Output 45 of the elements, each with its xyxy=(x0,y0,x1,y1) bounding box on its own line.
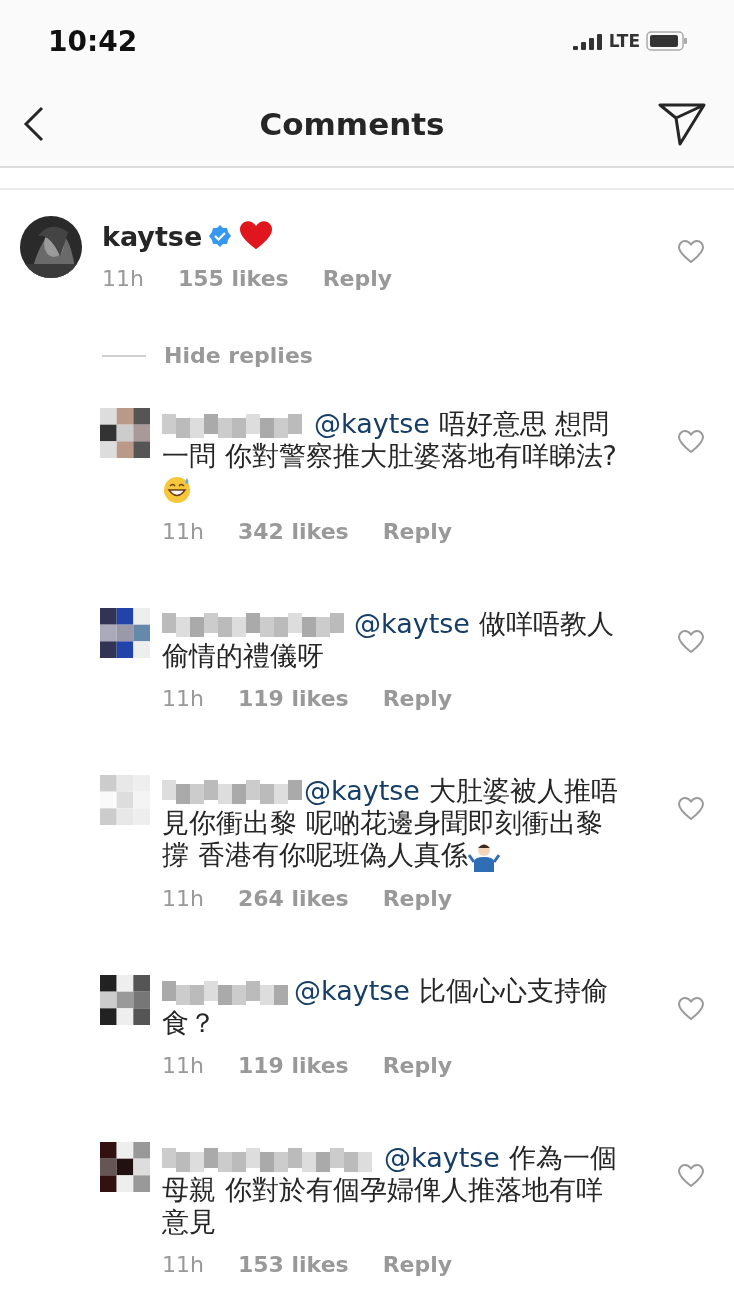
battery-icon xyxy=(646,31,688,51)
username[interactable]: kaytse xyxy=(102,220,203,252)
likes-count[interactable]: 119 likes xyxy=(237,1053,349,1078)
heart-emoji-icon xyxy=(238,220,275,252)
like-button[interactable] xyxy=(678,240,704,264)
comment-time: 11h xyxy=(162,685,204,711)
send-icon[interactable] xyxy=(658,102,706,146)
likes-count[interactable]: 264 likes xyxy=(237,886,349,911)
back-icon[interactable] xyxy=(22,106,46,142)
reply-button[interactable]: Reply xyxy=(382,518,453,544)
page-title: Comments xyxy=(259,106,445,142)
like-button[interactable] xyxy=(678,1164,704,1188)
hide-replies-button[interactable]: Hide replies xyxy=(164,343,313,368)
comment-time: 11h xyxy=(102,266,144,291)
comment-text: @kaytse 作為一個母親 你對於有個孕婦俾人推落地有咩意見 xyxy=(162,1142,618,1238)
mention-link[interactable]: @kaytse xyxy=(304,774,420,806)
grinning-sweat-emoji-icon xyxy=(162,474,192,505)
status-time: 10:42 xyxy=(48,24,138,58)
comment-time: 11h xyxy=(162,886,204,911)
mention-link[interactable]: @kaytse xyxy=(314,408,430,439)
comment-time: 11h xyxy=(162,1053,204,1078)
like-button[interactable] xyxy=(678,796,704,821)
likes-count[interactable]: 153 likes xyxy=(237,1252,349,1277)
comment-text: @kaytse 大肚婆被人推唔見你衝出黎 呢啲花邊身聞即刻衝出黎撐 香港有你呢班偽人真係 xyxy=(162,774,618,872)
mention-link[interactable]: @kaytse xyxy=(294,975,410,1006)
likes-count[interactable]: 342 likes xyxy=(237,518,349,544)
reply-button[interactable]: Reply xyxy=(382,685,453,711)
like-button[interactable] xyxy=(678,997,704,1021)
mention-link[interactable]: @kaytse xyxy=(384,1142,500,1173)
likes-count[interactable]: 155 likes xyxy=(177,266,289,291)
signal-icon xyxy=(572,32,603,50)
network-label: LTE xyxy=(608,31,640,51)
reply-button[interactable]: Reply xyxy=(322,266,393,291)
like-button[interactable] xyxy=(678,629,704,654)
reply-button[interactable]: Reply xyxy=(382,1053,453,1078)
like-button[interactable] xyxy=(678,430,704,454)
mention-link[interactable]: @kaytse xyxy=(354,607,470,639)
likes-count[interactable]: 119 likes xyxy=(237,685,349,711)
comment-time: 11h xyxy=(162,1252,204,1277)
comment-text: @kaytse 做咩唔教人偷情的禮儀呀 xyxy=(162,607,615,672)
comment-text: @kaytse 唔好意思 想問一問 你對警察推大肚婆落地有咩睇法? xyxy=(162,408,618,505)
reply-button[interactable]: Reply xyxy=(382,1252,453,1277)
comment-text: @kaytse 比個心心支持偷食？ xyxy=(162,975,609,1039)
comment-time: 11h xyxy=(162,518,204,544)
reply-button[interactable]: Reply xyxy=(382,886,453,911)
